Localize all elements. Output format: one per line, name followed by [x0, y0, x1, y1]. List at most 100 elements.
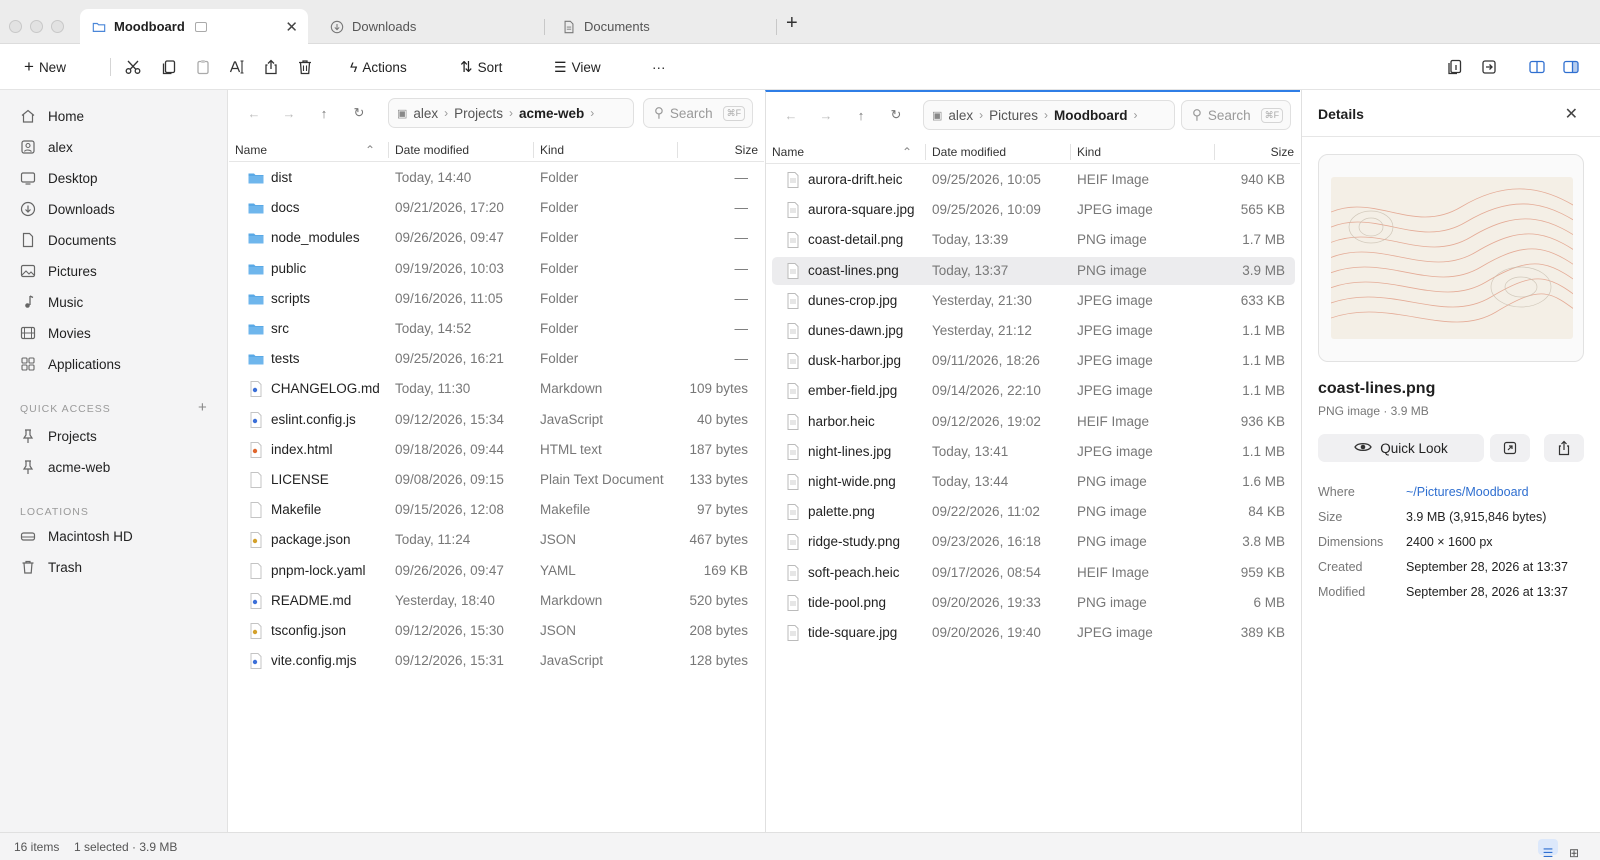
- split-view-icon[interactable]: [194, 21, 207, 32]
- search-input[interactable]: ⚲ Search ⌘F: [1181, 100, 1291, 130]
- table-row[interactable]: src Today, 14:52 Folder —: [235, 315, 758, 343]
- open-external-button[interactable]: [1490, 434, 1530, 462]
- parent-folder-button[interactable]: ↑: [314, 103, 334, 123]
- parent-folder-button[interactable]: ↑: [851, 105, 871, 125]
- sidebar-item-macintosh-hd[interactable]: Macintosh HD: [20, 524, 133, 548]
- meta-value-where[interactable]: ~/Pictures/Moodboard: [1406, 485, 1529, 499]
- breadcrumb-item[interactable]: acme-web: [513, 106, 590, 121]
- table-row[interactable]: eslint.config.js 09/12/2026, 15:34 JavaScr…: [235, 406, 758, 434]
- more-button[interactable]: ···: [652, 56, 666, 78]
- copy-to-pane-button[interactable]: [1446, 56, 1464, 78]
- share-file-button[interactable]: [1544, 434, 1584, 462]
- table-row[interactable]: dunes-dawn.jpg Yesterday, 21:12 JPEG image…: [772, 317, 1295, 345]
- breadcrumb-item[interactable]: Pictures: [983, 108, 1044, 123]
- delete-button[interactable]: [296, 56, 314, 78]
- breadcrumb-item[interactable]: Projects: [448, 106, 509, 121]
- minimize-window-button[interactable]: [30, 20, 43, 33]
- sidebar-item-documents[interactable]: Documents: [20, 228, 116, 252]
- add-quick-access-button[interactable]: +: [198, 399, 207, 416]
- table-row[interactable]: aurora-square.jpg 09/25/2026, 10:09 JPEG i…: [772, 196, 1295, 224]
- table-row[interactable]: tide-pool.png 09/20/2026, 19:33 PNG image 6…: [772, 589, 1295, 617]
- table-row[interactable]: dunes-crop.jpg Yesterday, 21:30 JPEG image…: [772, 287, 1295, 315]
- cut-button[interactable]: [124, 56, 142, 78]
- column-size[interactable]: Size: [735, 143, 758, 157]
- sidebar-item-trash[interactable]: Trash: [20, 555, 82, 579]
- sidebar-item-projects[interactable]: Projects: [20, 424, 97, 448]
- table-row[interactable]: README.md Yesterday, 18:40 Markdown 520 byt…: [235, 587, 758, 615]
- table-row[interactable]: dist Today, 14:40 Folder —: [235, 164, 758, 192]
- column-divider[interactable]: [1070, 144, 1071, 160]
- column-divider[interactable]: [677, 142, 678, 158]
- table-row[interactable]: ember-field.jpg 09/14/2026, 22:10 JPEG ima…: [772, 377, 1295, 405]
- sidebar-item-applications[interactable]: Applications: [20, 352, 121, 376]
- details-panel-toggle[interactable]: [1562, 56, 1580, 78]
- column-kind[interactable]: Kind: [1077, 145, 1101, 159]
- table-row[interactable]: docs 09/21/2026, 17:20 Folder —: [235, 194, 758, 222]
- breadcrumb-item[interactable]: alex: [942, 108, 979, 123]
- column-divider[interactable]: [1214, 144, 1215, 160]
- table-row[interactable]: scripts 09/16/2026, 11:05 Folder —: [235, 285, 758, 313]
- table-row[interactable]: Makefile 09/15/2026, 12:08 Makefile 97 byte…: [235, 496, 758, 524]
- table-row[interactable]: dusk-harbor.jpg 09/11/2026, 18:26 JPEG ima…: [772, 347, 1295, 375]
- column-date-modified[interactable]: Date modified: [932, 145, 1006, 159]
- file-preview[interactable]: [1318, 154, 1584, 362]
- tab-moodboard[interactable]: Moodboard ✕: [80, 9, 308, 44]
- list-view-button[interactable]: ☰: [1538, 839, 1558, 860]
- table-row[interactable]: CHANGELOG.md Today, 11:30 Markdown 109 byte…: [235, 375, 758, 403]
- quick-look-button[interactable]: Quick Look: [1318, 434, 1484, 462]
- sidebar-item-alex[interactable]: alex: [20, 135, 73, 159]
- sidebar-item-music[interactable]: Music: [20, 290, 83, 314]
- rename-button[interactable]: [228, 56, 246, 78]
- close-tab-icon[interactable]: ✕: [285, 18, 298, 36]
- table-row[interactable]: palette.png 09/22/2026, 11:02 PNG image 84 …: [772, 498, 1295, 526]
- forward-button[interactable]: →: [816, 105, 836, 125]
- column-size[interactable]: Size: [1271, 145, 1294, 159]
- grid-view-button[interactable]: ⊞: [1564, 839, 1584, 860]
- table-row[interactable]: package.json Today, 11:24 JSON 467 bytes: [235, 526, 758, 554]
- table-row[interactable]: night-lines.jpg Today, 13:41 JPEG image 1.1…: [772, 438, 1295, 466]
- back-button[interactable]: ←: [781, 105, 801, 125]
- sort-ascending-icon[interactable]: ⌃: [902, 145, 912, 159]
- sidebar-item-movies[interactable]: Movies: [20, 321, 91, 345]
- actions-button[interactable]: ϟ Actions: [350, 56, 407, 78]
- sidebar-item-acme-web[interactable]: acme-web: [20, 455, 110, 479]
- table-row[interactable]: tide-square.jpg 09/20/2026, 19:40 JPEG ima…: [772, 619, 1295, 647]
- table-row[interactable]: coast-lines.png Today, 13:37 PNG image 3.9 …: [772, 256, 1295, 285]
- table-row[interactable]: pnpm-lock.yaml 09/26/2026, 09:47 YAML 169 K…: [235, 557, 758, 585]
- new-button[interactable]: + New: [24, 56, 66, 78]
- tab-documents[interactable]: Documents: [550, 9, 770, 44]
- breadcrumb-item[interactable]: Moodboard: [1048, 108, 1134, 123]
- sidebar-item-downloads[interactable]: Downloads: [20, 197, 115, 221]
- column-divider[interactable]: [925, 144, 926, 160]
- table-row[interactable]: harbor.heic 09/12/2026, 19:02 HEIF Image 93…: [772, 408, 1295, 436]
- table-row[interactable]: public 09/19/2026, 10:03 Folder —: [235, 255, 758, 283]
- sort-button[interactable]: ⇅ Sort: [460, 56, 502, 78]
- zoom-window-button[interactable]: [51, 20, 64, 33]
- breadcrumb-item[interactable]: alex: [407, 106, 444, 121]
- column-divider[interactable]: [388, 142, 389, 158]
- table-row[interactable]: soft-peach.heic 09/17/2026, 08:54 HEIF Ima…: [772, 559, 1295, 587]
- table-row[interactable]: tsconfig.json 09/12/2026, 15:30 JSON 208 by…: [235, 617, 758, 645]
- sidebar-item-desktop[interactable]: Desktop: [20, 166, 98, 190]
- column-kind[interactable]: Kind: [540, 143, 564, 157]
- refresh-button[interactable]: ↻: [349, 103, 369, 123]
- table-row[interactable]: coast-detail.png Today, 13:39 PNG image 1.7…: [772, 226, 1295, 254]
- close-window-button[interactable]: [9, 20, 22, 33]
- paste-button[interactable]: [194, 56, 212, 78]
- table-row[interactable]: vite.config.mjs 09/12/2026, 15:31 JavaScri…: [235, 647, 758, 675]
- sort-ascending-icon[interactable]: ⌃: [365, 143, 375, 157]
- close-details-icon[interactable]: ✕: [1565, 104, 1578, 124]
- move-to-pane-button[interactable]: [1480, 56, 1498, 78]
- table-row[interactable]: node_modules 09/26/2026, 09:47 Folder —: [235, 224, 758, 252]
- column-name[interactable]: Name: [772, 145, 804, 159]
- table-row[interactable]: LICENSE 09/08/2026, 09:15 Plain Text Docum…: [235, 466, 758, 494]
- sidebar-item-home[interactable]: Home: [20, 104, 84, 128]
- table-row[interactable]: aurora-drift.heic 09/25/2026, 10:05 HEIF I…: [772, 166, 1295, 194]
- forward-button[interactable]: →: [279, 103, 299, 123]
- refresh-button[interactable]: ↻: [886, 105, 906, 125]
- view-button[interactable]: ☰ View: [554, 56, 601, 78]
- table-row[interactable]: index.html 09/18/2026, 09:44 HTML text 187 …: [235, 436, 758, 464]
- tab-downloads[interactable]: Downloads: [318, 9, 538, 44]
- dual-pane-toggle[interactable]: [1528, 56, 1546, 78]
- back-button[interactable]: ←: [244, 103, 264, 123]
